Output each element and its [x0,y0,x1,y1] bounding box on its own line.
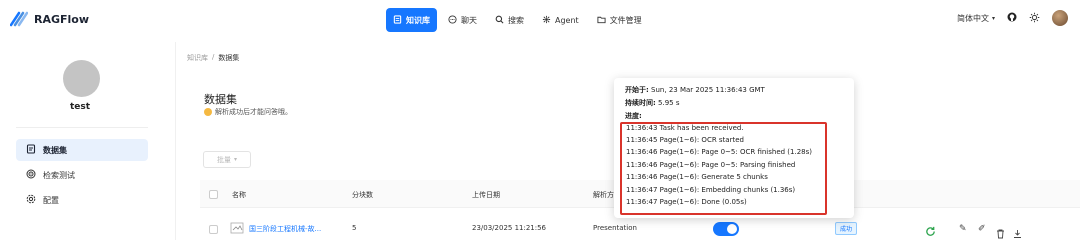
sidebar-item-label: 检索测试 [43,170,75,180]
chunk-count: 5 [352,224,357,232]
batch-label: 批量 [216,155,231,164]
database-icon [393,14,402,26]
language-label: 简体中文 [956,13,989,23]
app-name: RAGFlow [34,12,90,26]
log-line: 11:36:47 Page(1~6): Embedding chunks (1.… [626,186,796,194]
description-text: 解析成功后才能问答哦。 [215,108,292,116]
chevron-down-icon: ▾ [991,14,995,22]
nav-knowledge-base[interactable]: 知识库 [386,8,437,32]
retrieval-icon [26,169,36,181]
app-logo[interactable]: RAGFlow [10,11,89,27]
folder-icon [597,15,606,26]
log-line: 11:36:43 Task has been received. [626,124,744,132]
enable-toggle[interactable] [713,222,739,236]
column-header-chunks[interactable]: 分块数 [352,190,373,200]
start-label: 开始于: [625,86,649,94]
breadcrumb-separator: / [212,53,215,61]
sidebar-separator [175,42,176,240]
start-time-row: 开始于: Sun, 23 Mar 2025 11:36:43 GMT [625,85,765,95]
select-all-checkbox[interactable] [209,190,218,199]
main-nav: 知识库 聊天 搜索 Agent 文件管理 [386,8,649,32]
nav-label: 搜索 [508,15,524,25]
user-avatar[interactable] [1052,10,1068,26]
log-line: 11:36:46 Page(1~6): Page 0~5: Parsing fi… [626,161,796,169]
file-name-link[interactable]: 国三阶段工程机械-故... [249,224,321,234]
progress-row: 进度: [625,111,642,121]
delete-icon[interactable] [996,224,1005,240]
breadcrumb-parent[interactable]: 知识库 [187,53,208,63]
tool-icon[interactable]: ✎ [959,224,967,234]
nav-chat[interactable]: 聊天 [441,8,484,32]
profile-avatar [63,60,100,97]
column-header-upload-date[interactable]: 上传日期 [472,190,500,200]
upload-date: 23/03/2025 11:21:56 [472,224,547,232]
file-thumbnail-icon [230,220,246,239]
log-line: 11:36:46 Page(1~6): Page 0~5: OCR finish… [626,148,812,156]
agent-icon [542,15,551,26]
page-title: 数据集 [204,93,237,106]
duration-row: 持续时间: 5.95 s [625,98,680,108]
log-line: 11:36:46 Page(1~6): Generate 5 chunks [626,173,768,181]
github-icon[interactable] [1007,12,1017,24]
sidebar-item-retrieval-test[interactable]: 检索测试 [16,164,148,186]
breadcrumb-current: 数据集 [218,54,240,62]
status-badge[interactable]: 成功 [835,222,858,235]
language-selector[interactable]: 简体中文 ▾ [957,13,995,24]
page-description: 解析成功后才能问答哦。 [204,107,292,117]
nav-search[interactable]: 搜索 [488,8,531,32]
sidebar-item-label: 数据集 [43,145,67,155]
download-icon[interactable] [1013,224,1022,240]
chat-icon [448,14,457,26]
smile-emoji-icon [204,108,212,116]
chevron-down-icon: ▾ [233,156,237,163]
settings-icon [26,194,36,206]
theme-toggle-icon[interactable] [1029,12,1040,25]
edit-icon[interactable]: ✐ [978,224,986,234]
sidebar-item-label: 配置 [43,195,59,205]
column-header-name[interactable]: 名称 [232,190,246,200]
log-line: 11:36:45 Page(1~6): OCR started [626,136,744,144]
nav-label: 知识库 [406,15,430,25]
sidebar-divider [16,127,148,128]
refresh-icon[interactable] [925,222,936,240]
nav-agent[interactable]: Agent [535,8,586,32]
dataset-icon [26,144,36,156]
profile-username: test [69,102,91,112]
row-checkbox[interactable] [209,225,218,234]
progress-label: 进度: [625,112,642,120]
duration-label: 持续时间: [625,99,656,107]
nav-label: 聊天 [461,15,477,25]
duration-value: 5.95 s [658,99,680,107]
nav-file-management[interactable]: 文件管理 [590,8,649,32]
header-right: 简体中文 ▾ [957,10,1068,26]
nav-label: Agent [555,15,579,25]
ragflow-logo-icon [10,11,28,27]
start-value: Sun, 23 Mar 2025 11:36:43 GMT [651,86,765,94]
log-line: 11:36:47 Page(1~6): Done (0.05s) [626,198,747,206]
breadcrumb: 知识库 / 数据集 [187,53,239,63]
batch-dropdown[interactable]: 批量 ▾ [203,151,251,168]
search-icon [495,15,504,26]
nav-label: 文件管理 [609,15,642,25]
parse-method: Presentation [593,224,637,232]
sidebar-item-dataset[interactable]: 数据集 [16,139,148,161]
sidebar-item-configuration[interactable]: 配置 [16,189,148,211]
